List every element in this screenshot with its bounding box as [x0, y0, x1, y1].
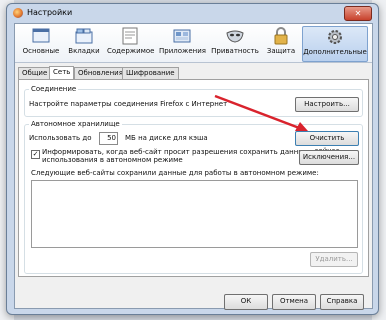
annotation-arrow — [214, 94, 308, 131]
arrow-shaft — [214, 94, 303, 131]
